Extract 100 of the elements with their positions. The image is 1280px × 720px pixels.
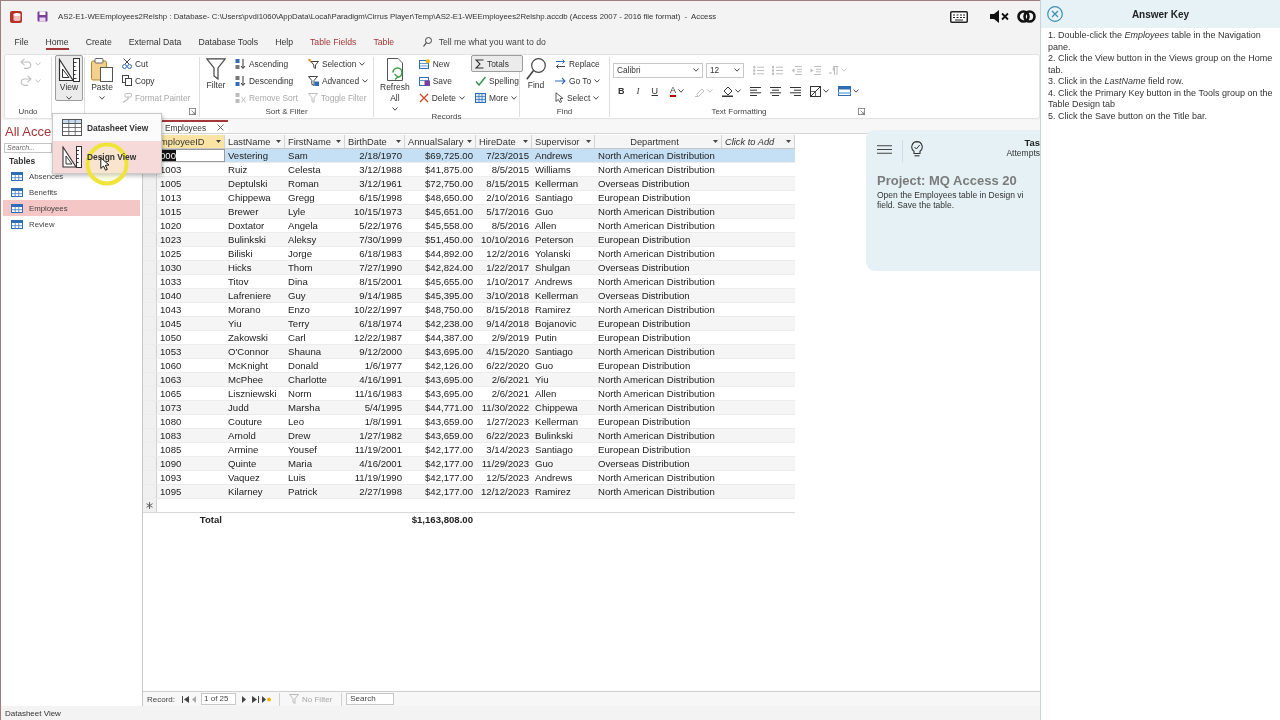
caret-icon <box>706 89 713 93</box>
column-header[interactable]: Supervisor <box>532 135 595 148</box>
datasheet-icon <box>62 119 82 136</box>
table-cell-text: 12/5/2023 <box>485 471 530 484</box>
descending-button[interactable]: Descending <box>231 72 302 89</box>
table-cell-text: McPhee <box>227 373 265 386</box>
bold-button[interactable]: B <box>613 83 630 99</box>
cut-button[interactable]: Cut <box>118 55 195 72</box>
table-cell-text: Guo <box>534 205 555 218</box>
document-tab[interactable]: Employees <box>162 120 229 133</box>
table-cell-text: European Distribution <box>597 359 692 372</box>
delete-button[interactable]: Delete <box>414 89 469 106</box>
ribbon-tab[interactable]: Help <box>266 32 302 52</box>
find-button[interactable]: Find <box>523 55 549 92</box>
row-selector[interactable] <box>143 499 157 512</box>
nav-group-header[interactable]: Tables <box>1 153 36 168</box>
table-cell-text: 1025 <box>159 247 183 260</box>
save-icon[interactable] <box>37 11 48 22</box>
caret-icon <box>276 140 281 143</box>
record-position-field[interactable]: 1 of 25 <box>201 693 236 705</box>
table-cell-text: 1040 <box>159 289 183 302</box>
table-cell-text: Terry <box>287 317 311 330</box>
column-header[interactable]: AnnualSalary <box>405 135 476 148</box>
dialog-launcher-icon[interactable] <box>189 108 196 115</box>
replace-button[interactable]: Replace <box>551 55 605 72</box>
ribbon-tab[interactable]: Table <box>364 32 403 52</box>
table-cell-text: $42,238.00 <box>424 317 474 330</box>
triangle-ruler-icon <box>58 58 80 82</box>
table-cell-text: European Distribution <box>597 443 692 456</box>
advanced-button[interactable]: Advanced <box>303 72 373 89</box>
column-header[interactable]: LastName <box>225 135 285 148</box>
caret-icon <box>362 78 369 83</box>
table-cell-text: 5/17/2016 <box>485 205 530 218</box>
table-cell-text: North American Distribution <box>597 149 716 162</box>
underline-button[interactable]: U <box>646 83 663 99</box>
table-cell-text: Santiago <box>534 345 574 358</box>
more-button[interactable]: More <box>471 89 523 106</box>
refresh-all-button[interactable]: Refresh All <box>377 55 413 112</box>
italic-button[interactable]: I <box>631 83 645 99</box>
tell-me-field[interactable]: Tell me what you want to do <box>438 37 546 47</box>
column-header[interactable]: Department <box>595 135 722 148</box>
first-record-icon[interactable] <box>182 695 189 703</box>
table-cell-text: 1080 <box>159 415 183 428</box>
record-search-field[interactable]: Search <box>346 693 395 705</box>
table-cell-text: Brewer <box>227 205 260 218</box>
view-button[interactable]: View <box>55 55 83 101</box>
table-icon <box>11 219 23 229</box>
save-record-button[interactable]: Save <box>414 72 469 89</box>
numbered-list-icon <box>771 65 783 75</box>
new-record-icon[interactable] <box>262 695 271 703</box>
new-record-button[interactable]: New <box>414 55 469 72</box>
ribbon-tab[interactable]: External Data <box>120 32 190 52</box>
ribbon-tab[interactable]: File <box>6 32 37 52</box>
table-cell-text: European Distribution <box>597 317 692 330</box>
selection-button[interactable]: Selection <box>303 55 373 72</box>
last-record-icon[interactable] <box>252 695 259 703</box>
dialog-launcher-icon[interactable] <box>858 108 865 115</box>
table-cell-text: 11/19/2001 <box>353 443 403 456</box>
group-label: Records <box>431 112 462 121</box>
table-cell-text: Titov <box>227 275 250 288</box>
table-cell-text: Zakowski <box>227 331 269 344</box>
ribbon-tab[interactable]: Database Tools <box>189 32 267 52</box>
bullet-list-icon <box>752 65 764 75</box>
menu-icon[interactable] <box>877 145 892 154</box>
ribbon-tab[interactable]: Create <box>77 32 121 52</box>
ascending-button[interactable]: Ascending <box>231 55 302 72</box>
column-header[interactable]: Click to Add <box>722 135 795 148</box>
font-color-button[interactable]: A <box>665 83 689 99</box>
close-icon[interactable] <box>217 124 225 131</box>
keyboard-icon[interactable] <box>950 10 968 23</box>
answer-step: 1. Double-click the Employees table in the Navigation pane. <box>1048 30 1274 53</box>
font-name-combo[interactable]: Calibri <box>613 62 703 78</box>
table-cell-text: 3/14/2023 <box>485 443 530 456</box>
next-record-icon[interactable] <box>242 695 246 703</box>
caret-icon <box>359 61 366 66</box>
nav-pane-title[interactable]: All Acce <box>1 120 52 142</box>
table-cell-text: $44,387.00 <box>424 331 474 344</box>
totals-button[interactable]: Totals <box>471 55 523 72</box>
speaker-muted-icon[interactable] <box>990 10 1010 23</box>
lightbulb-icon[interactable] <box>911 141 923 157</box>
column-header[interactable]: BirthDate <box>345 135 405 148</box>
spelling-button[interactable]: Spelling <box>471 72 523 89</box>
group-label: Text Formatting <box>711 107 767 116</box>
column-header[interactable]: HireDate <box>476 135 532 148</box>
filter-button[interactable]: Filter <box>203 55 229 92</box>
select-button[interactable]: Select <box>551 89 605 106</box>
copy-button[interactable]: Copy <box>118 72 195 89</box>
go-to-button[interactable]: Go To <box>551 72 605 89</box>
table-cell-text: 1065 <box>159 387 183 400</box>
table-cell-text: 1/22/2017 <box>485 261 530 274</box>
table-cell-text: 5/4/1995 <box>363 401 403 414</box>
ribbon-tab[interactable]: Table Fields <box>301 32 365 52</box>
paste-button[interactable]: Paste <box>88 55 116 101</box>
toggle-icon[interactable] <box>1017 10 1036 23</box>
table-cell-text: Ruiz <box>227 163 249 176</box>
table-cell-text: North American Distribution <box>597 205 716 218</box>
close-icon[interactable] <box>1047 6 1063 22</box>
column-header[interactable]: FirstName <box>285 135 345 148</box>
table-cell-text: $43,695.00 <box>424 345 474 358</box>
font-size-combo[interactable]: 12 <box>706 62 744 78</box>
